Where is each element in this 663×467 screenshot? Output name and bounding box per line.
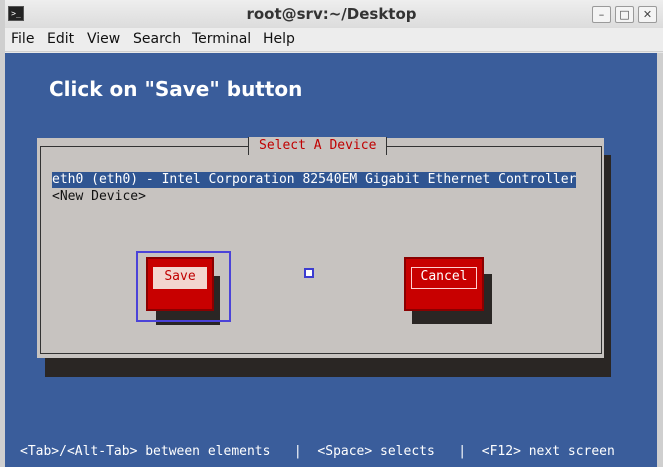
window-title: root@srv:~/Desktop <box>246 5 417 23</box>
cancel-button-label: Cancel <box>420 269 468 284</box>
menu-help[interactable]: Help <box>263 31 295 47</box>
save-highlight-box <box>136 251 231 322</box>
window-right-edge <box>657 53 663 467</box>
menu-terminal[interactable]: Terminal <box>192 31 251 47</box>
maximize-button[interactable]: □ <box>615 6 634 23</box>
menu-edit[interactable]: Edit <box>47 31 74 47</box>
menu-file[interactable]: File <box>11 31 34 47</box>
instruction-caption: Click on "Save" button <box>49 77 303 101</box>
minimize-button[interactable]: – <box>592 6 611 23</box>
menu-view[interactable]: View <box>87 31 120 47</box>
menu-search[interactable]: Search <box>133 31 181 47</box>
window-titlebar[interactable]: >_ root@srv:~/Desktop – □ ✕ <box>0 0 663 29</box>
device-list-item-new[interactable]: <New Device> <box>52 189 146 205</box>
menubar: File Edit View Search Terminal Help <box>0 28 663 52</box>
close-button[interactable]: ✕ <box>638 6 657 23</box>
window-controls: – □ ✕ <box>592 6 657 23</box>
dialog-title: Select A Device <box>248 137 388 155</box>
device-list-item-eth0[interactable]: eth0 (eth0) - Intel Corporation 82540EM … <box>52 172 577 188</box>
key-help-statusbar: <Tab>/<Alt-Tab> between elements | <Spac… <box>20 444 615 459</box>
cancel-button[interactable]: Cancel <box>404 257 484 311</box>
terminal-cursor <box>304 268 314 278</box>
